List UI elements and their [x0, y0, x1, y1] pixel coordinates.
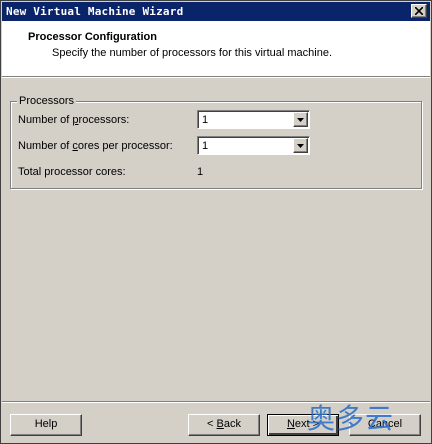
close-icon: [415, 7, 423, 15]
page-title: Processor Configuration: [28, 31, 157, 43]
processors-group-legend: Processors: [17, 95, 77, 107]
window-title: New Virtual Machine Wizard: [6, 5, 184, 18]
close-button[interactable]: [411, 4, 427, 18]
num-processors-label: Number of processors:: [18, 114, 130, 126]
cores-per-processor-dropdown-button[interactable]: [293, 138, 308, 153]
total-cores-label: Total processor cores:: [18, 166, 126, 178]
cores-per-processor-label: Number of cores per processor:: [18, 140, 173, 152]
help-button[interactable]: Help: [10, 414, 82, 436]
num-processors-dropdown-button[interactable]: [293, 112, 308, 127]
wizard-header: Processor Configuration Specify the numb…: [2, 21, 430, 78]
next-button[interactable]: Next >: [267, 414, 339, 436]
title-bar[interactable]: New Virtual Machine Wizard: [2, 2, 430, 21]
num-processors-select[interactable]: 1: [197, 110, 310, 129]
footer-separator: [2, 401, 430, 403]
back-button[interactable]: < Back: [188, 414, 260, 436]
cores-per-processor-select[interactable]: 1: [197, 136, 310, 155]
chevron-down-icon: [297, 144, 304, 148]
wizard-window: New Virtual Machine Wizard Processor Con…: [0, 0, 432, 444]
chevron-down-icon: [297, 118, 304, 122]
num-processors-value: 1: [202, 114, 209, 126]
cancel-button[interactable]: Cancel: [349, 414, 421, 436]
total-cores-value: 1: [197, 166, 204, 178]
cores-per-processor-value: 1: [202, 140, 209, 152]
page-subtitle: Specify the number of processors for thi…: [52, 47, 333, 59]
